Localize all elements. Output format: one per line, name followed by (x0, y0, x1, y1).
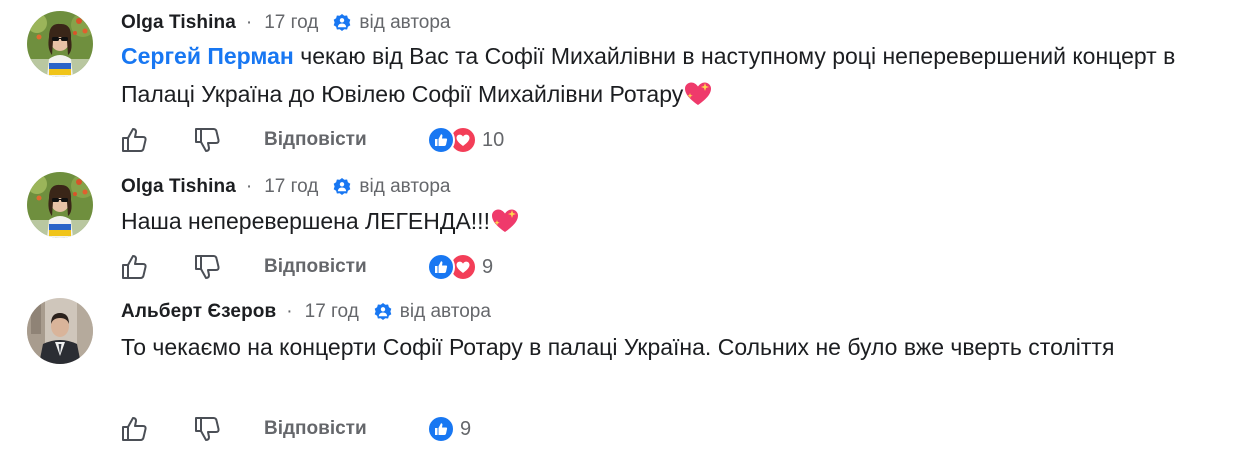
author-badge: від автора (373, 301, 491, 323)
author-name[interactable]: Альберт Єзеров (121, 301, 276, 323)
thumbs-down-icon[interactable] (191, 413, 223, 445)
thumbs-down-icon[interactable] (191, 124, 223, 156)
comment-text: Сергей Перман чекаю від Вас та Софії Мих… (121, 37, 1211, 118)
comment-header: Olga Tishina · 17 год від автора (121, 9, 451, 37)
like-reaction-icon (427, 126, 455, 154)
comment-3: Альберт Єзеров · 17 год від автора То че… (0, 290, 1240, 449)
author-name[interactable]: Olga Tishina (121, 12, 236, 34)
reactions-summary[interactable]: 9 (427, 250, 493, 284)
badge-label: від автора (359, 176, 451, 197)
timestamp[interactable]: 17 год (264, 12, 318, 34)
separator-dot: · (245, 176, 253, 197)
author-badge: від автора (332, 176, 451, 198)
avatar-olga-tishina[interactable] (27, 172, 93, 238)
badge-label: від автора (359, 12, 451, 33)
comment-header: Альберт Єзеров · 17 год від автора (121, 298, 491, 326)
thumbs-down-icon[interactable] (191, 251, 223, 283)
comment-text: То чекаємо на концерти Софії Ротару в па… (121, 328, 1211, 366)
author-badge: від автора (332, 12, 451, 34)
separator-dot: · (286, 301, 293, 322)
reaction-count: 10 (482, 128, 505, 151)
timestamp[interactable]: 17 год (264, 176, 318, 198)
like-reaction-icon (427, 415, 455, 443)
thumbs-up-icon[interactable] (118, 124, 150, 156)
comment-header: Olga Tishina · 17 год від автора (121, 173, 451, 201)
timestamp[interactable]: 17 год (305, 301, 359, 323)
separator-dot: · (245, 12, 253, 33)
comment-body: Наша неперевершена ЛЕГЕНДА!!! (121, 208, 490, 234)
comment-1: Olga Tishina · 17 год від автора Сергей … (0, 0, 1240, 160)
reactions-summary[interactable]: 9 (427, 412, 471, 446)
reply-button[interactable]: Відповісти (264, 418, 367, 440)
verified-badge-icon (334, 14, 351, 31)
thumbs-up-icon[interactable] (118, 413, 150, 445)
verified-badge-icon (374, 303, 392, 320)
reaction-count: 9 (460, 417, 472, 440)
verified-badge-icon (334, 178, 351, 195)
reply-button[interactable]: Відповісти (264, 256, 367, 278)
avatar-albert-iezerov[interactable] (27, 298, 93, 364)
mention-link[interactable]: Сергей Перман (121, 43, 294, 69)
comment-2: Olga Tishina · 17 год від автора Наша не… (0, 160, 1240, 290)
badge-label: від автора (399, 301, 491, 322)
comment-text: Наша неперевершена ЛЕГЕНДА!!! (121, 202, 1211, 245)
reactions-summary[interactable]: 10 (427, 123, 504, 157)
avatar-olga-tishina[interactable] (27, 11, 93, 77)
author-name[interactable]: Olga Tishina (121, 176, 236, 198)
comment-body: То чекаємо на концерти Софії Ротару в па… (121, 334, 1115, 360)
comment-actions: Відповісти (118, 412, 538, 446)
thumbs-up-icon[interactable] (118, 251, 150, 283)
reply-button[interactable]: Відповісти (264, 129, 367, 151)
like-reaction-icon (427, 253, 455, 281)
reaction-count: 9 (482, 255, 494, 278)
sparkling-heart-emoji (491, 207, 519, 245)
sparkling-heart-emoji (684, 80, 712, 118)
